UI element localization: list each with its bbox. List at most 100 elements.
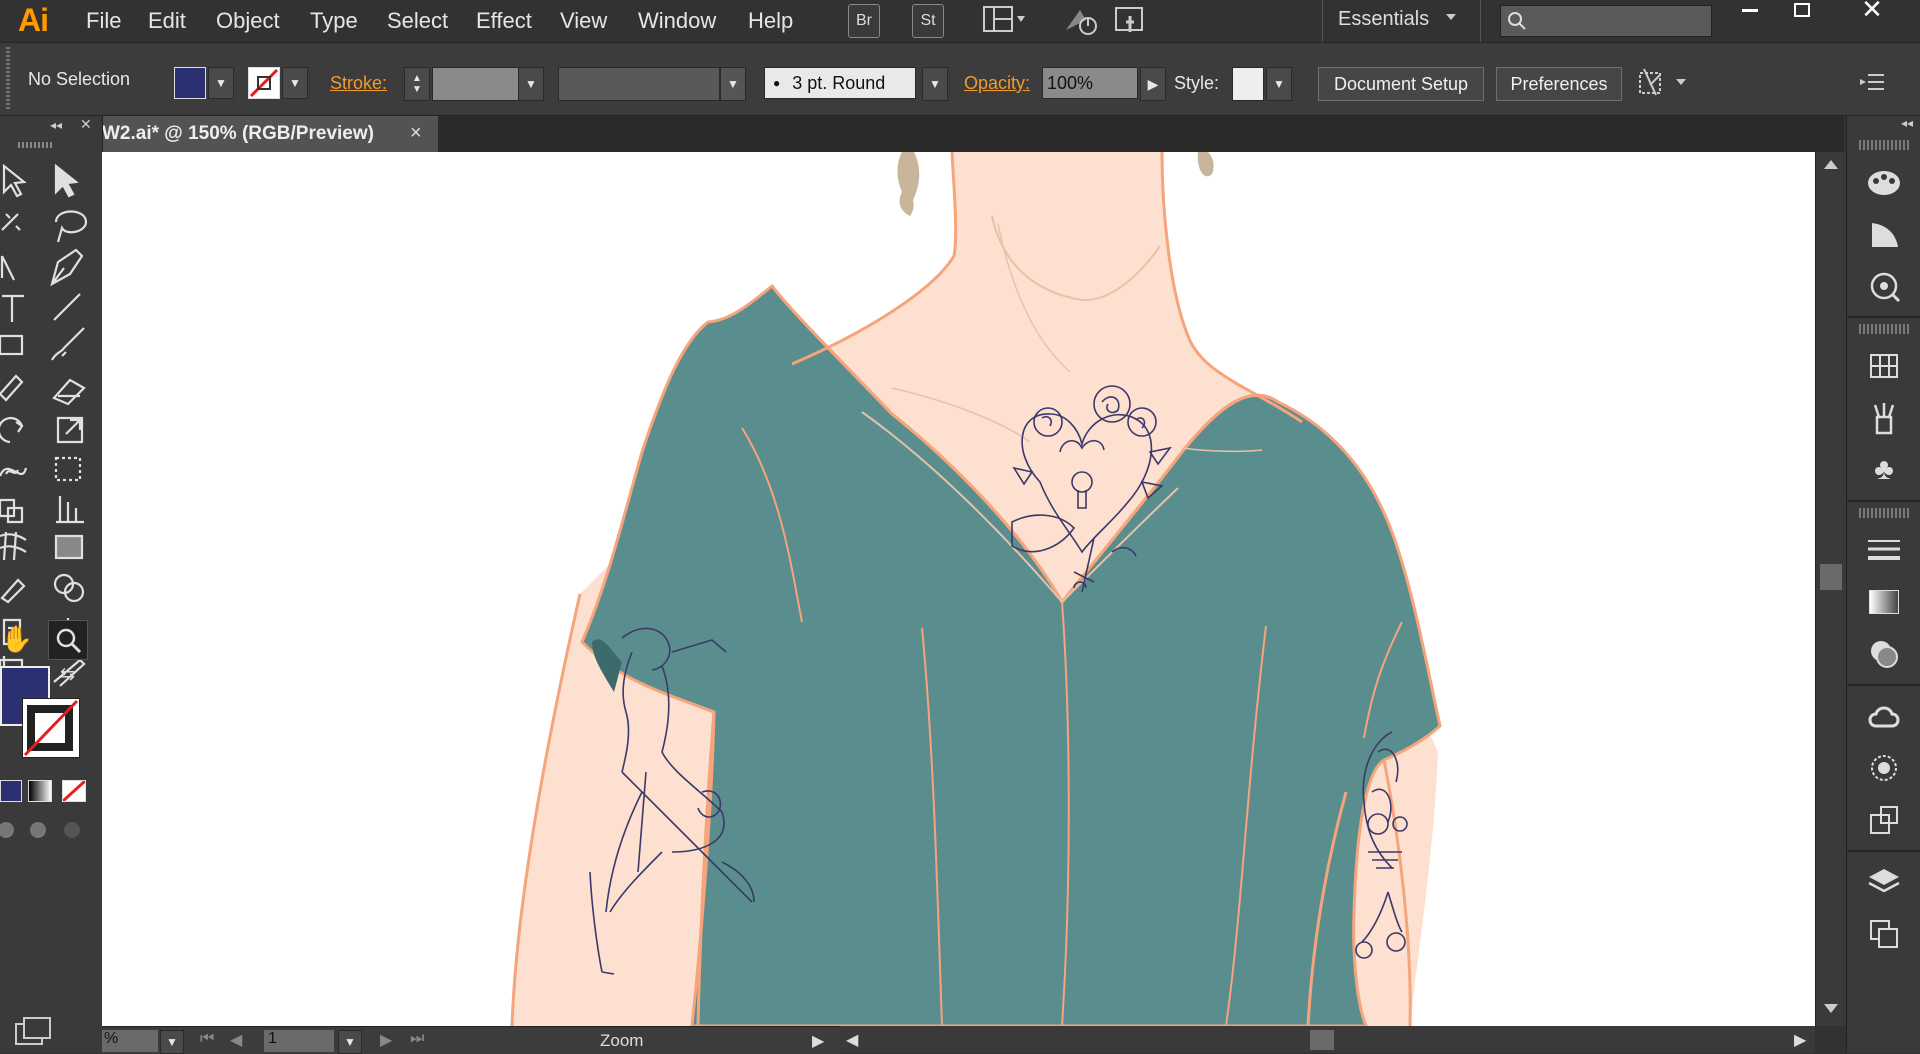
color-icon[interactable]: [1847, 208, 1920, 260]
document-title: W2.ai* @ 150% (RGB/Preview): [102, 123, 374, 144]
chevron-down-icon[interactable]: [1446, 14, 1456, 20]
scroll-left-icon[interactable]: ◀: [846, 1030, 858, 1050]
stroke-panel-icon[interactable]: [1847, 524, 1920, 576]
scroll-up-icon[interactable]: [1824, 160, 1838, 169]
screen-mode-icon[interactable]: [14, 1016, 54, 1046]
brush-definition[interactable]: ● 3 pt. Round: [764, 67, 916, 99]
gradient-panel-icon[interactable]: [1847, 576, 1920, 628]
artboard-number-input[interactable]: 1: [264, 1030, 334, 1052]
hand-tool-icon[interactable]: ✋: [0, 620, 34, 658]
stroke-dropdown-icon[interactable]: ▼: [282, 67, 308, 99]
first-artboard-icon[interactable]: ⏮: [200, 1030, 214, 1048]
document-tab[interactable]: W2.ai* @ 150% (RGB/Preview) ×: [102, 116, 438, 154]
zoom-dropdown-icon[interactable]: ▼: [160, 1030, 184, 1054]
stroke-swatch[interactable]: [248, 67, 280, 99]
zoom-level-input[interactable]: %: [102, 1030, 158, 1052]
arrange-documents-icon[interactable]: [982, 4, 1028, 36]
menu-file[interactable]: File: [86, 8, 121, 34]
transparency-icon[interactable]: [1847, 628, 1920, 680]
swatches-icon[interactable]: [1847, 340, 1920, 392]
symbols-icon[interactable]: ♣: [1847, 444, 1920, 496]
profile-dropdown-icon[interactable]: ▼: [720, 67, 746, 101]
stroke-weight-stepper[interactable]: ▲ ▼: [404, 67, 430, 101]
next-artboard-icon[interactable]: ▶: [380, 1030, 392, 1050]
gradient-mode-icon[interactable]: [28, 780, 52, 802]
panel-close-icon[interactable]: ✕: [80, 116, 92, 133]
graphic-style-swatch[interactable]: [1232, 67, 1264, 101]
status-menu-icon[interactable]: ▶: [812, 1031, 824, 1051]
previous-artboard-icon[interactable]: ◀: [230, 1030, 242, 1050]
vertical-scrollbar[interactable]: [1815, 152, 1846, 1026]
menu-window[interactable]: Window: [638, 8, 716, 34]
creative-cloud-icon[interactable]: [1847, 690, 1920, 742]
layers-icon[interactable]: [1847, 856, 1920, 908]
none-mode-icon[interactable]: [61, 779, 87, 803]
stock-button[interactable]: St: [912, 4, 944, 38]
maximize-icon[interactable]: [1780, 0, 1824, 20]
panel-grip[interactable]: [1859, 508, 1909, 518]
cc-libraries-icon[interactable]: [1847, 260, 1920, 312]
menu-type[interactable]: Type: [310, 8, 358, 34]
stroke-label[interactable]: Stroke:: [330, 73, 387, 94]
eraser-tool-icon: [52, 378, 86, 406]
zoom-tool-icon[interactable]: [48, 620, 88, 660]
earring-right: [1197, 152, 1214, 177]
expand-panels-icon[interactable]: ◂◂: [1847, 116, 1920, 134]
scroll-thumb[interactable]: [1820, 564, 1842, 590]
swap-fill-stroke-icon[interactable]: ⇆: [60, 664, 75, 685]
menu-select[interactable]: Select: [387, 8, 448, 34]
fill-swatch[interactable]: [174, 67, 206, 99]
search-input[interactable]: [1500, 5, 1712, 37]
panel-menu-icon[interactable]: [1858, 71, 1888, 93]
fill-dropdown-icon[interactable]: ▼: [208, 67, 234, 99]
menu-object[interactable]: Object: [216, 8, 280, 34]
rectangle-tool-icon: [0, 334, 24, 356]
menu-effect[interactable]: Effect: [476, 8, 532, 34]
color-mode-icon[interactable]: [0, 780, 22, 802]
workspace-switcher[interactable]: Essentials: [1338, 8, 1429, 31]
minimize-icon[interactable]: [1728, 0, 1772, 20]
touch-workspace-icon[interactable]: [1112, 4, 1152, 36]
stroke-weight-input[interactable]: [432, 67, 520, 101]
style-dropdown-icon[interactable]: ▼: [1266, 67, 1292, 101]
shape-builder-tool-icon: [0, 498, 24, 524]
brushes-icon[interactable]: [1847, 392, 1920, 444]
panel-grip[interactable]: [1859, 324, 1909, 334]
bridge-button[interactable]: Br: [848, 4, 880, 38]
collapse-panel-icon[interactable]: ◂◂: [50, 118, 62, 132]
selection-tool-icon: [2, 163, 27, 198]
menu-view[interactable]: View: [560, 8, 607, 34]
opacity-label[interactable]: Opacity:: [964, 73, 1030, 94]
close-icon[interactable]: ✕: [1846, 0, 1898, 24]
horizontal-scrollbar[interactable]: ◀ ▶: [840, 1026, 1815, 1053]
menu-help[interactable]: Help: [748, 8, 793, 34]
gpu-performance-icon[interactable]: [1062, 4, 1102, 36]
artboard-canvas[interactable]: [102, 152, 1815, 1026]
scroll-down-icon[interactable]: [1824, 1004, 1838, 1013]
last-artboard-icon[interactable]: ⏭: [410, 1030, 424, 1048]
stroke-color-swatch[interactable]: [22, 698, 80, 758]
panel-grip[interactable]: [1859, 140, 1909, 150]
draw-mode-icons[interactable]: [0, 818, 90, 842]
panel-dock: ◂◂ ♣: [1846, 116, 1920, 1053]
panel-grip[interactable]: [6, 47, 10, 109]
artboards-icon[interactable]: [1847, 908, 1920, 960]
appearance-icon[interactable]: [1847, 742, 1920, 794]
menu-edit[interactable]: Edit: [148, 8, 186, 34]
artboard-dropdown-icon[interactable]: ▼: [338, 1030, 362, 1054]
tab-close-icon[interactable]: ×: [410, 122, 422, 145]
brush-dropdown-icon[interactable]: ▼: [922, 67, 948, 101]
variable-width-profile[interactable]: [558, 67, 720, 101]
asset-export-icon[interactable]: [1847, 794, 1920, 846]
opacity-slider-arrow-icon[interactable]: ▶: [1140, 67, 1166, 101]
scroll-right-icon[interactable]: ▶: [1794, 1030, 1806, 1050]
arrange-icon[interactable]: [1636, 65, 1696, 99]
document-setup-button[interactable]: Document Setup: [1318, 67, 1484, 101]
panel-grip[interactable]: [18, 142, 54, 148]
color-guide-icon[interactable]: [1847, 156, 1920, 208]
eyedropper-tool-icon: [0, 578, 26, 604]
stroke-weight-dropdown-icon[interactable]: ▼: [518, 67, 544, 101]
opacity-input[interactable]: 100%: [1042, 67, 1138, 99]
scroll-thumb[interactable]: [1310, 1030, 1334, 1050]
preferences-button[interactable]: Preferences: [1496, 67, 1622, 101]
